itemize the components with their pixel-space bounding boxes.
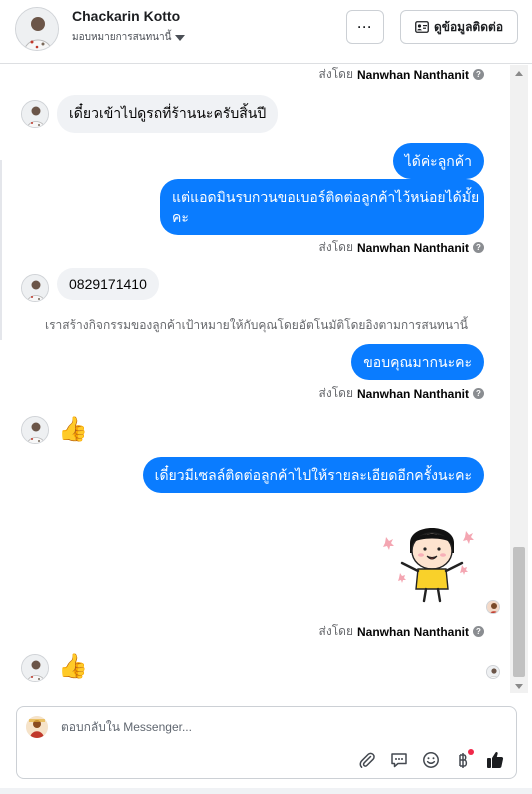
- paperclip-icon[interactable]: [356, 749, 378, 771]
- outgoing-message-bubble[interactable]: ขอบคุณมากนะคะ: [351, 344, 484, 380]
- thread-edge-marker: [0, 160, 2, 340]
- incoming-message-bubble[interactable]: 0829171410: [57, 268, 159, 300]
- system-activity-note: เราสร้างกิจกรรมของลูกค้าเป้าหมายให้กับคุ…: [45, 318, 468, 332]
- contact-card-icon: [415, 21, 429, 33]
- sent-by-agent: Nanwhan Nanthanit: [356, 240, 469, 255]
- panel-bottom-edge: [0, 788, 532, 794]
- sent-by-label: ส่งโดย Nanwhan Nanthanit ?: [319, 65, 484, 84]
- thumbs-up-emoji: 👍: [58, 653, 88, 680]
- sent-by-prefix: ส่งโดย: [318, 386, 353, 400]
- conversation-header: Chackarin Kotto มอบหมายการสนทนานี้ ··· ด…: [0, 0, 532, 64]
- sent-by-label: ส่งโดย Nanwhan Nanthanit ?: [319, 384, 484, 403]
- smiley-icon[interactable]: [420, 749, 442, 771]
- more-options-button[interactable]: ···: [346, 10, 384, 44]
- message-text: ได้ค่ะลูกค้า: [404, 153, 472, 169]
- incoming-message-bubble[interactable]: เดี๋ยวเข้าไปดูรถที่ร้านนะครับสิ้นปี: [57, 95, 279, 133]
- sent-by-label: ส่งโดย Nanwhan Nanthanit ?: [319, 238, 484, 257]
- help-icon[interactable]: ?: [473, 626, 484, 637]
- help-icon[interactable]: ?: [473, 69, 484, 80]
- seen-avatar: [486, 665, 500, 679]
- outgoing-message-bubble[interactable]: ได้ค่ะลูกค้า: [392, 143, 484, 179]
- sent-by-agent: Nanwhan Nanthanit: [356, 67, 469, 82]
- thumbs-up-sticker[interactable]: 👍: [58, 415, 88, 445]
- thumbs-up-sticker[interactable]: 👍: [58, 652, 88, 682]
- sent-by-label: ส่งโดย Nanwhan Nanthanit ?: [319, 622, 484, 641]
- sent-by-agent: Nanwhan Nanthanit: [356, 386, 469, 401]
- assign-label: มอบหมายการสนทนานี้: [72, 32, 172, 43]
- message-text: ขอบคุณมากนะคะ: [363, 354, 472, 370]
- chat-bubble-icon[interactable]: [388, 749, 410, 771]
- sent-by-agent: Nanwhan Nanthanit: [356, 624, 469, 639]
- seen-avatar: [486, 600, 500, 614]
- scroll-down-arrow-icon[interactable]: [515, 684, 523, 689]
- sent-by-prefix: ส่งโดย: [318, 624, 353, 638]
- contact-avatar-small[interactable]: [21, 654, 49, 682]
- assign-conversation-dropdown[interactable]: มอบหมายการสนทนานี้: [72, 30, 186, 45]
- message-text: 0829171410: [69, 276, 147, 292]
- message-text: เดี๋ยวเข้าไปดูรถที่ร้านนะครับสิ้นปี: [69, 105, 267, 121]
- help-icon[interactable]: ?: [473, 242, 484, 253]
- thumbs-up-icon[interactable]: [484, 749, 506, 771]
- help-icon[interactable]: ?: [473, 388, 484, 399]
- thumbs-up-emoji: 👍: [58, 416, 88, 443]
- reply-composer: [16, 706, 517, 779]
- outgoing-message-bubble[interactable]: เดี๋ยวมีเซลล์ติดต่อลูกค้าไปให้รายละเอียด…: [142, 457, 484, 493]
- thread-scrollbar[interactable]: [510, 65, 528, 693]
- contact-avatar-small[interactable]: [21, 416, 49, 444]
- view-contact-button[interactable]: ดูข้อมูลติดต่อ: [400, 10, 518, 44]
- contact-name[interactable]: Chackarin Kotto: [72, 8, 180, 24]
- message-text-line: แต่แอดมินรบกวนขอเบอร์ติดต่อลูกค้าไว้หน่อ…: [172, 189, 480, 205]
- message-text: เดี๋ยวมีเซลล์ติดต่อลูกค้าไปให้รายละเอียด…: [154, 467, 472, 483]
- view-contact-label: ดูข้อมูลติดต่อ: [433, 19, 504, 34]
- sent-by-prefix: ส่งโดย: [318, 67, 353, 81]
- contact-avatar-small[interactable]: [21, 274, 49, 302]
- message-thread: ส่งโดย Nanwhan Nanthanit ? เดี๋ยวเข้าไปด…: [0, 65, 510, 695]
- more-options-label: ···: [357, 20, 373, 34]
- inbox-conversation-panel: Chackarin Kotto มอบหมายการสนทนานี้ ··· ด…: [0, 0, 532, 794]
- scroll-up-arrow-icon[interactable]: [515, 71, 523, 76]
- notification-dot: [468, 749, 474, 755]
- reply-input[interactable]: [61, 720, 441, 734]
- scrollbar-thumb[interactable]: [513, 547, 525, 677]
- outgoing-message-bubble[interactable]: แต่แอดมินรบกวนขอเบอร์ติดต่อลูกค้าไว้หน่อ…: [160, 179, 484, 235]
- contact-avatar[interactable]: [15, 7, 59, 51]
- message-text-line: คะ: [172, 209, 189, 225]
- sent-by-prefix: ส่งโดย: [318, 240, 353, 254]
- page-avatar: [26, 716, 48, 738]
- caret-down-icon: [175, 34, 186, 41]
- contact-avatar-small[interactable]: [21, 100, 49, 128]
- baht-icon[interactable]: [452, 749, 474, 771]
- girl-hearts-sticker[interactable]: [378, 513, 484, 605]
